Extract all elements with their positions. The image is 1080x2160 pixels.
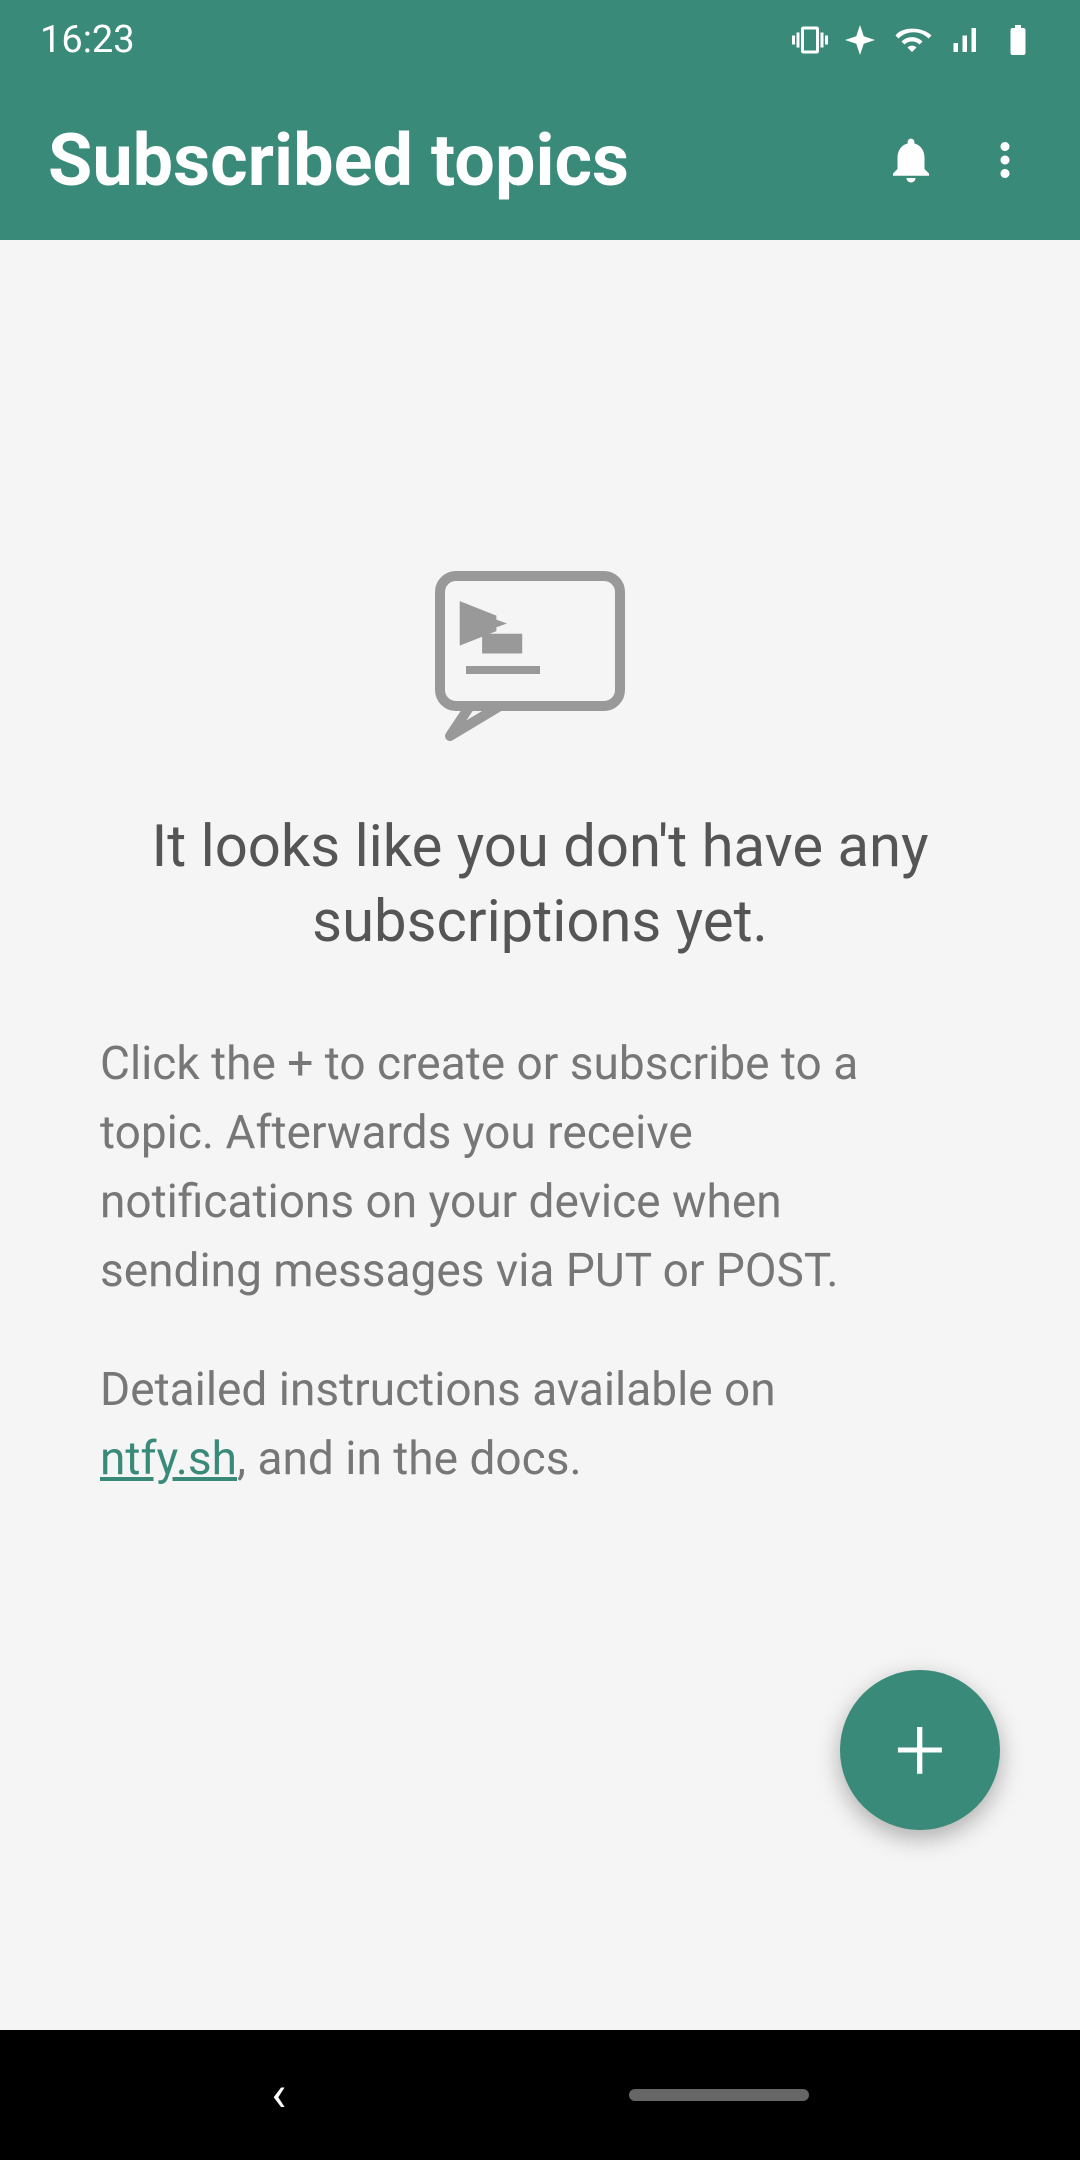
bottom-nav: ‹	[0, 2030, 1080, 2160]
terminal-icon: >_	[430, 566, 650, 746]
battery-icon	[996, 22, 1040, 58]
bell-icon[interactable]	[884, 133, 938, 187]
status-time: 16:23	[40, 18, 135, 62]
nav-pill	[629, 2089, 809, 2101]
more-vertical-icon[interactable]	[978, 133, 1032, 187]
ntfy-link[interactable]: ntfy.sh	[100, 1432, 237, 1486]
main-content: >_ It looks like you don't have any subs…	[0, 240, 1080, 2030]
app-bar: Subscribed topics	[0, 80, 1080, 240]
empty-icon-wrapper: >_	[430, 566, 650, 750]
assistant-icon	[842, 22, 878, 58]
description-paragraph-2: Detailed instructions available on ntfy.…	[100, 1356, 920, 1494]
app-title: Subscribed topics	[48, 118, 629, 203]
signal-icon	[946, 22, 982, 58]
description-prefix: Detailed instructions available on	[100, 1363, 776, 1417]
back-button[interactable]: ‹	[271, 2066, 286, 2124]
description-paragraph-1: Click the + to create or subscribe to a …	[100, 1030, 920, 1306]
add-topic-fab[interactable]: +	[840, 1670, 1000, 1830]
wifi-icon	[892, 22, 932, 58]
vibrate-icon	[792, 22, 828, 58]
description-suffix: , and in the docs.	[237, 1432, 582, 1486]
empty-state-description: Click the + to create or subscribe to a …	[80, 1030, 940, 1544]
status-icons	[792, 22, 1040, 58]
fab-plus-icon: +	[895, 1705, 946, 1795]
empty-state: >_ It looks like you don't have any subs…	[80, 566, 1000, 1545]
status-bar: 16:23	[0, 0, 1080, 80]
app-bar-actions	[884, 133, 1032, 187]
svg-text:>_: >_	[466, 600, 515, 646]
empty-state-title: It looks like you don't have any subscri…	[80, 810, 1000, 961]
